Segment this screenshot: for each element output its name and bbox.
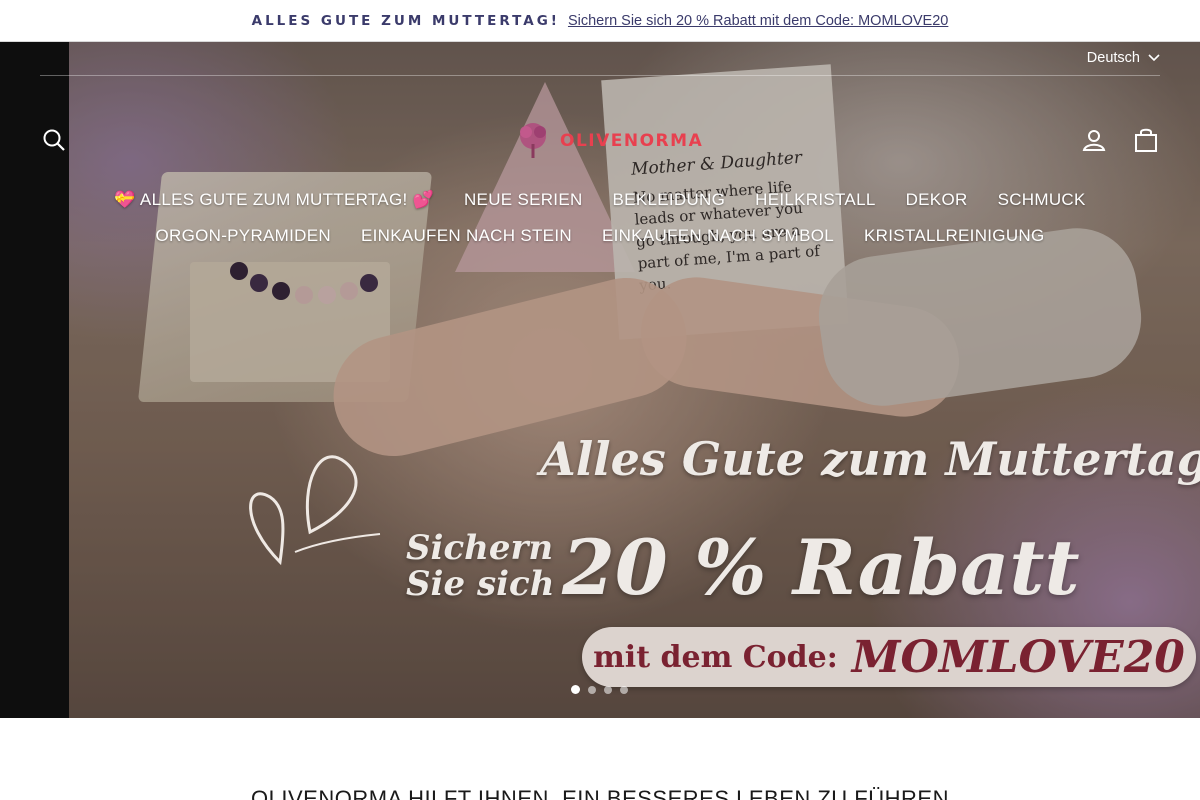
section-tagline: OLIVENORMA HILFT IHNEN, EIN BESSERES LEB… bbox=[251, 786, 949, 800]
nav-item-einkaufen-nach-symbol[interactable]: EINKAUFEN NACH SYMBOL bbox=[602, 226, 834, 246]
site-logo[interactable]: OLIVENORMA bbox=[512, 120, 703, 162]
nav-item-neue-serien[interactable]: NEUE SERIEN bbox=[464, 190, 583, 210]
announcement-bar: ALLES GUTE ZUM MUTTERTAG! Sichern Sie si… bbox=[0, 0, 1200, 42]
announcement-offer-link[interactable]: Sichern Sie sich 20 % Rabatt mit dem Cod… bbox=[568, 13, 948, 29]
language-selector[interactable]: Deutsch bbox=[1087, 50, 1160, 66]
promo-code-pill: mit dem Code: MOMLOVE20 bbox=[582, 627, 1196, 687]
hero-title: Alles Gute zum Muttertag! bbox=[540, 432, 1200, 486]
announcement-headline: ALLES GUTE ZUM MUTTERTAG! bbox=[251, 12, 560, 29]
promo-code-label: mit dem Code: bbox=[593, 639, 838, 675]
user-icon bbox=[1082, 130, 1106, 151]
nav-item-schmuck[interactable]: SCHMUCK bbox=[998, 190, 1086, 210]
cart-icon bbox=[1135, 128, 1157, 152]
slide-dot-3[interactable] bbox=[604, 685, 612, 694]
hero-subtitle-line2: Sie sich bbox=[406, 564, 555, 604]
nav-item-dekor[interactable]: DEKOR bbox=[906, 190, 968, 210]
language-label: Deutsch bbox=[1086, 50, 1140, 66]
slide-dot-4[interactable] bbox=[620, 685, 628, 694]
search-icon bbox=[43, 129, 65, 151]
slide-dot-2[interactable] bbox=[588, 685, 596, 694]
hero-subtitle: Sichern Sie sich bbox=[406, 530, 554, 602]
nav-item-orgon-pyramiden[interactable]: ORGON-PYRAMIDEN bbox=[155, 226, 330, 246]
nav-item-bekleidung[interactable]: BEKLEIDUNG bbox=[613, 190, 726, 210]
nav-item-kristallreinigung[interactable]: KRISTALLREINIGUNG bbox=[864, 226, 1045, 246]
logo-text: OLIVENORMA bbox=[560, 131, 704, 151]
account-button[interactable] bbox=[1078, 124, 1110, 156]
nav-item-muttertag[interactable]: 💝 ALLES GUTE ZUM MUTTERTAG! 💕 bbox=[114, 190, 434, 210]
search-button[interactable] bbox=[38, 124, 70, 156]
tree-logo-icon bbox=[520, 123, 546, 158]
slide-dot-1[interactable] bbox=[571, 685, 580, 694]
hero-discount: 20 % Rabatt bbox=[562, 523, 1080, 612]
slide-dots bbox=[571, 685, 628, 694]
main-nav-row-2: ORGON-PYRAMIDEN EINKAUFEN NACH STEIN EIN… bbox=[0, 226, 1200, 246]
promo-code-value: MOMLOVE20 bbox=[851, 631, 1185, 683]
cart-button[interactable] bbox=[1130, 124, 1162, 156]
heart-doodle-icon bbox=[249, 455, 381, 566]
language-row: Deutsch bbox=[40, 42, 1160, 76]
nav-item-einkaufen-nach-stein[interactable]: EINKAUFEN NACH STEIN bbox=[361, 226, 572, 246]
hero-subtitle-line1: Sichern bbox=[406, 528, 554, 568]
nav-item-heilkristall[interactable]: HEILKRISTALL bbox=[755, 190, 875, 210]
chevron-down-icon bbox=[1148, 54, 1160, 62]
main-nav-row-1: 💝 ALLES GUTE ZUM MUTTERTAG! 💕 NEUE SERIE… bbox=[0, 190, 1200, 210]
